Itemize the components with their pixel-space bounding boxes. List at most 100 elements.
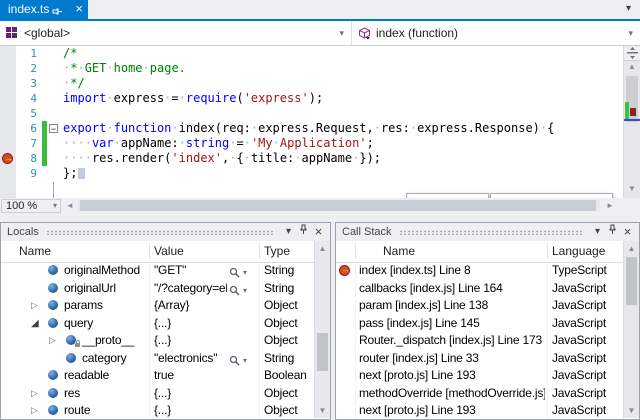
locals-row[interactable]: ▷params{Array}Object xyxy=(1,297,314,314)
tab-index-ts[interactable]: index.ts × xyxy=(0,0,88,19)
locals-row[interactable]: readabletrueBoolean xyxy=(1,367,314,384)
call-stack-frame[interactable]: router [index.js] Line 33JavaScript xyxy=(336,350,623,367)
scroll-up-icon[interactable]: ▲ xyxy=(624,62,640,71)
call-stack-frame[interactable]: pass [index.js] Line 145JavaScript xyxy=(336,315,623,332)
line-number: 6 xyxy=(16,121,37,136)
column-header-type[interactable]: Type xyxy=(264,244,290,258)
datatip-variable-name: appName xyxy=(429,198,481,199)
code-line-9: 9}; xyxy=(0,166,623,181)
frame-language: JavaScript xyxy=(552,280,606,297)
code-line-4: 4import·express·=·require('express'); xyxy=(0,91,623,106)
scroll-up-icon[interactable]: ▲ xyxy=(624,244,639,253)
column-header-value[interactable]: Value xyxy=(154,244,184,258)
code-line-5: 5 xyxy=(0,106,623,121)
lock-icon xyxy=(75,343,80,347)
fold-collapse-icon[interactable]: − xyxy=(49,124,58,133)
caret-position-mark xyxy=(624,119,640,121)
frame-name: Router._dispatch [index.js] Line 173 xyxy=(359,332,545,349)
locals-row[interactable]: originalUrl"/?category=ele▾String xyxy=(1,280,314,297)
title-grip-dots xyxy=(46,230,274,235)
fold-guide-line xyxy=(53,182,54,198)
datatip-value: "My Application" xyxy=(520,198,606,199)
call-stack-frame[interactable]: →index [index.ts] Line 8TypeScript xyxy=(336,262,623,279)
zoom-dropdown[interactable]: 100 % ▾ xyxy=(1,199,61,213)
scope-dropdown-value: <global> xyxy=(24,26,70,40)
pin-window-icon[interactable] xyxy=(605,224,620,241)
locals-row[interactable]: ▷route{...}Object xyxy=(1,402,314,418)
split-window-handle[interactable] xyxy=(624,46,640,61)
expander-collapsed-icon[interactable]: ▷ xyxy=(49,332,56,349)
chevron-down-icon: ▾ xyxy=(339,28,344,39)
magnifier-icon[interactable]: ▾ xyxy=(229,264,247,281)
code-line-7: 7····var·appName:·string·=·'My·Applicati… xyxy=(0,136,623,151)
locals-scrollbar[interactable]: ▲ ▼ xyxy=(314,241,330,418)
call-stack-scrollbar[interactable]: ▲ ▼ xyxy=(623,241,639,418)
module-scope-icon xyxy=(6,27,17,41)
scope-dropdown[interactable]: <global> ▾ xyxy=(0,21,352,45)
call-stack-frame[interactable]: methodOverride [methodOverride.js]JavaSc… xyxy=(336,385,623,402)
scroll-left-icon[interactable]: ◄ xyxy=(66,201,74,210)
window-menu-chevron-icon[interactable]: ▾ xyxy=(281,224,296,240)
variable-value: {...} xyxy=(154,402,227,418)
locals-row[interactable]: ▷__proto__{...}Object xyxy=(1,332,314,349)
locals-row[interactable]: ◢query{...}Object xyxy=(1,315,314,332)
call-stack-frame[interactable]: next [proto.js] Line 193JavaScript xyxy=(336,367,623,384)
code-editor[interactable]: 1/*2·*·GET·home·page.3·*/4import·express… xyxy=(0,46,623,198)
call-stack-frame[interactable]: next [proto.js] Line 193JavaScript xyxy=(336,402,623,418)
member-dropdown[interactable]: index (function) ▾ xyxy=(352,21,640,45)
column-header-name[interactable]: Name xyxy=(19,244,51,258)
expander-collapsed-icon[interactable]: ▷ xyxy=(31,385,38,402)
frame-name: callbacks [index.js] Line 164 xyxy=(359,280,545,297)
pin-tab-icon[interactable] xyxy=(52,4,63,15)
column-header-language[interactable]: Language xyxy=(552,244,605,258)
scroll-down-icon[interactable]: ▼ xyxy=(624,406,639,415)
scroll-down-icon[interactable]: ▼ xyxy=(315,406,330,415)
scroll-right-icon[interactable]: ► xyxy=(606,201,614,210)
call-stack-frame[interactable]: callbacks [index.js] Line 164 JavaScript xyxy=(336,280,623,297)
datatip-value-box[interactable]: ▾ "My Application" xyxy=(490,193,613,198)
call-stack-frame[interactable]: param [index.js] Line 138JavaScript xyxy=(336,297,623,314)
variable-name: originalUrl xyxy=(64,280,116,297)
locals-column-headers[interactable]: Name Value Type xyxy=(1,241,314,263)
horizontal-scrollbar-thumb[interactable] xyxy=(80,200,596,211)
datatip-variable-box[interactable]: appName xyxy=(406,193,489,198)
scroll-up-icon[interactable]: ▲ xyxy=(315,244,330,253)
scrollbar-thumb[interactable] xyxy=(317,333,328,371)
editor-vertical-scrollbar[interactable]: ▲ ▼ xyxy=(623,46,640,198)
vs-window: index.ts × ▾ <global> ▾ xyxy=(0,0,640,420)
locals-row[interactable]: ▷res{...}Object xyxy=(1,385,314,402)
frame-language: JavaScript xyxy=(552,367,606,384)
frame-name: next [proto.js] Line 193 xyxy=(359,402,545,418)
close-tab-icon[interactable]: × xyxy=(75,0,83,18)
line-number: 9 xyxy=(16,166,37,181)
line-number: 5 xyxy=(16,106,37,121)
locals-row[interactable]: originalMethod"GET"▾String xyxy=(1,262,314,279)
variable-type: Object xyxy=(264,385,297,402)
pin-window-icon[interactable] xyxy=(296,224,311,241)
locals-row[interactable]: category"electronics"▾String xyxy=(1,350,314,367)
expander-collapsed-icon[interactable]: ▷ xyxy=(31,402,38,418)
scrollbar-thumb[interactable] xyxy=(626,257,637,305)
window-menu-chevron-icon[interactable]: ▾ xyxy=(590,224,605,240)
variable-value: {...} xyxy=(154,332,227,349)
column-header-name[interactable]: Name xyxy=(383,244,415,258)
expander-collapsed-icon[interactable]: ▷ xyxy=(31,297,38,314)
scroll-down-icon[interactable]: ▼ xyxy=(624,184,640,193)
variable-icon xyxy=(66,335,76,345)
locals-title-bar[interactable]: Locals ▾ × xyxy=(1,223,330,241)
close-window-icon[interactable]: × xyxy=(620,224,635,240)
frame-language: JavaScript xyxy=(552,315,606,332)
magnifier-icon[interactable] xyxy=(498,198,509,199)
call-stack-frame[interactable]: Router._dispatch [index.js] Line 173Java… xyxy=(336,332,623,349)
variable-type: Object xyxy=(264,402,297,418)
document-list-chevron-icon[interactable]: ▾ xyxy=(626,3,631,14)
locals-title: Locals xyxy=(7,226,39,238)
variable-name: readable xyxy=(64,367,109,384)
close-window-icon[interactable]: × xyxy=(311,224,326,240)
current-statement-breakpoint-icon[interactable]: → xyxy=(2,153,13,164)
line-number: 4 xyxy=(16,91,37,106)
member-dropdown-value: index (function) xyxy=(376,26,458,40)
expander-expanded-icon[interactable]: ◢ xyxy=(31,315,39,332)
call-stack-title-bar[interactable]: Call Stack ▾ × xyxy=(336,223,639,241)
call-stack-column-headers[interactable]: Name Language xyxy=(336,241,623,263)
